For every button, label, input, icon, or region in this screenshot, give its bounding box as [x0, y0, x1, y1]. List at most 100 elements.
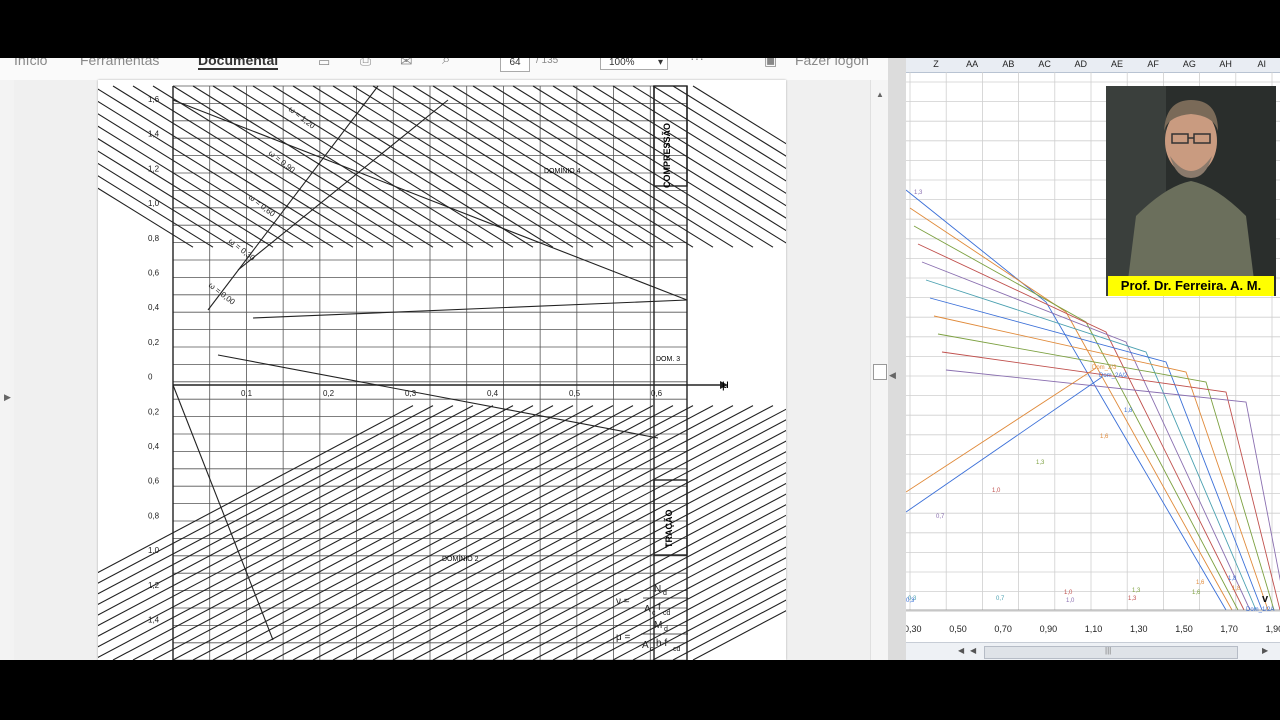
svg-text:N: N — [654, 584, 661, 595]
column-header[interactable]: AE — [1099, 59, 1135, 69]
omega-lower-line — [672, 538, 902, 660]
x-axis-tick: 1,30 — [1130, 624, 1148, 634]
svg-text:cd: cd — [673, 646, 681, 653]
omega-upper-line — [592, 85, 854, 248]
curve-label: 1,3 — [1128, 596, 1137, 602]
presenter-caption: Prof. Dr. Ferreira. A. M. — [1108, 276, 1274, 296]
omega-upper-line — [672, 85, 902, 229]
spreadsheet-window: Z AA AB AC AD AE AF AG AH AI 1,8 1,6 1,3 1,0 0,7 0,3 1,… — [906, 58, 1280, 660]
svg-text:A: A — [644, 604, 651, 615]
x-axis-tick: 1,70 — [1220, 624, 1238, 634]
interaction-curve — [933, 315, 1269, 611]
x-tick-label: 0,1 — [241, 389, 253, 398]
svg-text:h f: h f — [656, 638, 667, 649]
search-icon[interactable]: ⌕ — [442, 58, 450, 68]
svg-text:μ =: μ = — [616, 632, 631, 643]
login-button[interactable]: Fazer logon — [795, 58, 869, 68]
omega-upper-line — [472, 85, 734, 248]
scroll-left-icon[interactable]: ◀ — [970, 646, 976, 655]
x-tick-label: 0,4 — [487, 389, 499, 398]
toolbar-home-tab[interactable]: Início — [14, 58, 47, 68]
column-header[interactable]: Z — [918, 59, 954, 69]
page-number-input[interactable]: 64 — [500, 58, 530, 72]
omega-upper-line — [132, 85, 394, 248]
horizontal-scroll-thumb[interactable]: ||| — [984, 646, 1238, 659]
dom3-line — [217, 354, 659, 439]
column-header[interactable]: AB — [990, 59, 1026, 69]
omega-lower-line — [292, 405, 774, 660]
x-axis-tick: 0,90 — [1040, 624, 1058, 634]
balance-line — [252, 299, 688, 319]
x-axis-tick: 0,50 — [949, 624, 967, 634]
omega-lower-line — [132, 405, 614, 660]
compressao-label: COMPRESSÃO — [662, 123, 672, 188]
curve-label: 1,0 — [1066, 598, 1075, 604]
omega-lower-line — [52, 405, 534, 660]
svg-text:ν =: ν = — [616, 596, 630, 607]
curve-label: 1,8 — [1232, 586, 1241, 592]
interaction-curve — [921, 261, 1251, 611]
toolbar-document-tab[interactable]: Documental — [198, 58, 279, 70]
column-header[interactable]: AG — [1171, 59, 1207, 69]
curve-label: 1,8 — [1124, 408, 1133, 414]
dom-12a-label: Dom_1/2A — [1246, 607, 1274, 613]
y-tick-label: 1,0 — [148, 546, 160, 555]
curve-label: 1,6 — [1196, 580, 1205, 586]
omega-upper-line — [492, 85, 754, 248]
x-tick-label: 0,6 — [651, 389, 663, 398]
curve-label: 1,0 — [992, 488, 1001, 494]
svg-text:cd: cd — [663, 610, 671, 617]
y-tick-label: 1,4 — [148, 130, 160, 139]
curve-label: 1,8 — [1228, 576, 1237, 582]
y-tick-label: 0,2 — [148, 407, 160, 416]
dom-3-label: DOM. 3 — [656, 356, 680, 363]
curve-label: 1,6 — [1100, 434, 1109, 440]
save-icon[interactable]: ▭ — [318, 58, 330, 70]
omega-upper-line — [412, 85, 674, 248]
horizontal-scrollbar[interactable]: ◀ ◀ ||| ▶ — [906, 642, 1280, 660]
omega-upper-line — [92, 85, 354, 248]
y-tick-label: 0,4 — [148, 442, 160, 451]
x-axis-tick: 0,30 — [906, 624, 922, 634]
column-header[interactable]: AA — [954, 59, 990, 69]
email-icon[interactable]: ✉ — [400, 58, 413, 70]
x-axis-tick: 0,70 — [994, 624, 1012, 634]
pdf-viewer-window: Início Ferramentas Documental ▭ ⎙ ✉ ⌕ 64… — [0, 58, 902, 660]
y-tick-label: 1,2 — [148, 164, 160, 173]
column-header[interactable]: AH — [1208, 59, 1244, 69]
scroll-right-icon[interactable]: ▶ — [1262, 646, 1268, 655]
zoom-select[interactable]: 100% ▾ — [600, 58, 668, 70]
svg-text:d: d — [663, 590, 667, 597]
window-divider[interactable]: ◀ — [888, 58, 906, 660]
pdf-scroll-thumb[interactable] — [873, 364, 887, 380]
collapse-left-icon[interactable]: ◀ — [889, 370, 896, 381]
interaction-curve — [917, 243, 1245, 611]
chevron-down-icon: ▾ — [657, 58, 663, 68]
sheet-tab-left-icon[interactable]: ◀ — [958, 646, 964, 655]
toolbar-tools-tab[interactable]: Ferramentas — [80, 58, 159, 68]
y-tick-label: 0,8 — [148, 234, 160, 243]
omega-upper-line — [392, 85, 654, 248]
column-header[interactable]: AD — [1063, 59, 1099, 69]
scroll-up-icon[interactable]: ▲ — [876, 90, 884, 99]
svg-text:c: c — [652, 610, 656, 617]
omega-upper-line — [352, 85, 614, 248]
omega-upper-line — [232, 85, 494, 248]
print-icon[interactable]: ⎙ — [360, 58, 371, 69]
interaction-diagram: 1,6 1,4 1,2 1,0 0,8 0,6 0,4 0,2 0 0,2 0,4 0,6 0,8 1,0… — [0, 85, 902, 660]
y-tick-label: 1,6 — [148, 95, 160, 104]
y-tick-label: 0,2 — [148, 338, 160, 347]
column-header[interactable]: AI — [1244, 59, 1280, 69]
dom-2a2-label: Dom_2A/2 — [1099, 373, 1128, 379]
column-header[interactable]: AC — [1027, 59, 1063, 69]
presenter-photo — [1106, 86, 1276, 296]
pdf-vertical-scrollbar[interactable]: ▲ — [870, 80, 889, 660]
omega-lower-line — [312, 405, 794, 660]
account-icon[interactable]: ▣ — [764, 58, 777, 69]
y-tick-label: 1,2 — [148, 581, 160, 590]
mu-axis-label: μ — [722, 377, 729, 391]
expand-panel-icon[interactable]: ▶ — [4, 392, 11, 403]
pdf-left-panel[interactable]: ▶ — [0, 80, 15, 660]
more-tools-icon[interactable]: ··· — [690, 58, 704, 66]
column-header[interactable]: AF — [1135, 59, 1171, 69]
